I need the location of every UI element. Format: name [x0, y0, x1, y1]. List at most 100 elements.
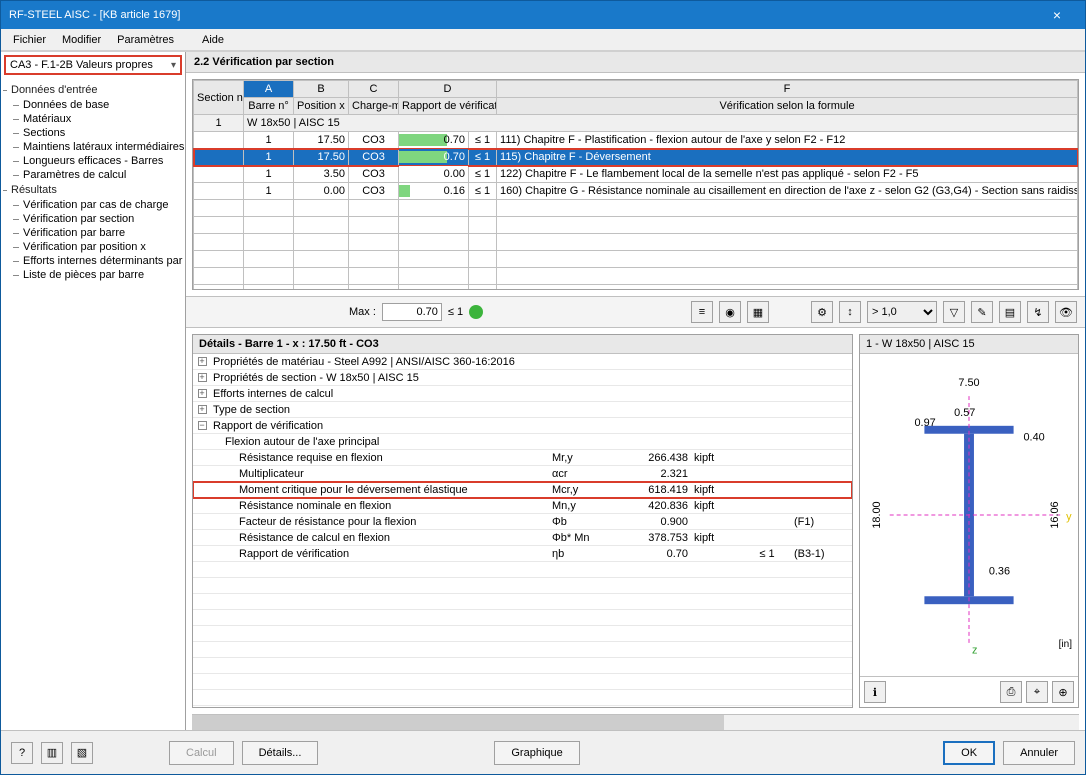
- max-value-input[interactable]: [382, 303, 442, 321]
- chevron-down-icon: ▾: [171, 60, 176, 71]
- table-row[interactable]: 117.50CO30.70≤ 1111) Chapitre F - Plasti…: [194, 132, 1078, 149]
- col-F[interactable]: F: [497, 81, 1078, 98]
- details-panel: Détails - Barre 1 - x : 17.50 ft - CO3 +…: [192, 334, 853, 708]
- menu-aide[interactable]: Aide: [194, 32, 232, 48]
- window-title: RF-STEEL AISC - [KB article 1679]: [9, 9, 1037, 21]
- eye-icon[interactable]: 👁: [1055, 301, 1077, 323]
- max-le: ≤ 1: [448, 306, 463, 318]
- close-icon[interactable]: ×: [1037, 7, 1077, 23]
- table-row[interactable]: 117.50CO30.70≤ 1115) Chapitre F - Dévers…: [194, 149, 1078, 166]
- tree-item[interactable]: Matériaux: [1, 112, 185, 126]
- details-title: Détails - Barre 1 - x : 17.50 ft - CO3: [193, 335, 852, 354]
- nav-tree: Données d'entrée Données de baseMatériau…: [1, 78, 185, 730]
- tree-group-input[interactable]: Données d'entrée: [1, 82, 185, 98]
- details-row[interactable]: Résistance nominale en flexionMn,y420.83…: [193, 498, 852, 514]
- tree-item[interactable]: Maintiens latéraux intermédiaires: [1, 140, 185, 154]
- svg-text:0.57: 0.57: [954, 407, 975, 419]
- col-A[interactable]: A: [244, 81, 294, 98]
- col-barre: Barre n°: [244, 98, 294, 115]
- tree-item[interactable]: Liste de pièces par barre: [1, 268, 185, 282]
- details-row[interactable]: +Type de section: [193, 402, 852, 418]
- menubar: Fichier Modifier Paramètres Aide: [1, 29, 1085, 51]
- globe-icon[interactable]: ◉: [719, 301, 741, 323]
- tree-item[interactable]: Sections: [1, 126, 185, 140]
- app-window: RF-STEEL AISC - [KB article 1679] × Fich…: [0, 0, 1086, 775]
- svg-text:z: z: [972, 645, 977, 657]
- tool3-icon[interactable]: ↯: [1027, 301, 1049, 323]
- details-row[interactable]: Résistance requise en flexionMr,y266.438…: [193, 450, 852, 466]
- graphique-button[interactable]: Graphique: [494, 741, 579, 765]
- h-scrollbar[interactable]: [192, 714, 1079, 730]
- bottom-bar: ? ▥ ▧ Calcul Détails... Graphique OK Ann…: [1, 730, 1085, 774]
- scale-select[interactable]: > 1,0: [867, 301, 937, 323]
- axes-icon[interactable]: ⌖: [1026, 681, 1048, 703]
- menu-modifier[interactable]: Modifier: [54, 32, 109, 48]
- svg-text:7.50: 7.50: [958, 377, 979, 389]
- info-icon[interactable]: ℹ: [864, 681, 886, 703]
- zoom-icon[interactable]: ⊕: [1052, 681, 1074, 703]
- details-row[interactable]: −Rapport de vérification: [193, 418, 852, 434]
- tree-item[interactable]: Paramètres de calcul: [1, 168, 185, 182]
- case-combo[interactable]: CA3 - F.1-2B Valeurs propres ▾: [4, 55, 182, 75]
- bb-tool1-icon[interactable]: ▥: [41, 742, 63, 764]
- details-button[interactable]: Détails...: [242, 741, 319, 765]
- calcul-button[interactable]: Calcul: [169, 741, 234, 765]
- bb-tool2-icon[interactable]: ▧: [71, 742, 93, 764]
- result-table: Section n° A B C D F Barre n° Position x…: [192, 79, 1079, 290]
- section-header-row[interactable]: 1 W 18x50 | AISC 15: [194, 115, 1078, 132]
- tree-item[interactable]: Vérification par position x: [1, 240, 185, 254]
- details-row-critical-moment[interactable]: Moment critique pour le déversement élas…: [193, 482, 852, 498]
- filter2-icon[interactable]: ▽: [943, 301, 965, 323]
- svg-text:18.00: 18.00: [871, 501, 883, 528]
- tool1-icon[interactable]: ✎: [971, 301, 993, 323]
- col-B[interactable]: B: [294, 81, 349, 98]
- grid-icon[interactable]: ▦: [747, 301, 769, 323]
- menu-parametres[interactable]: Paramètres: [109, 32, 182, 48]
- tree-item[interactable]: Vérification par barre: [1, 226, 185, 240]
- table-row[interactable]: 13.50CO30.00≤ 1122) Chapitre F - Le flam…: [194, 166, 1078, 183]
- table-row[interactable]: 10.00CO30.16≤ 1160) Chapitre G - Résista…: [194, 183, 1078, 200]
- print-icon[interactable]: ⎙: [1000, 681, 1022, 703]
- tree-group-results[interactable]: Résultats: [1, 182, 185, 198]
- details-row[interactable]: +Propriétés de section - W 18x50 | AISC …: [193, 370, 852, 386]
- menu-fichier[interactable]: Fichier: [5, 32, 54, 48]
- status-ok-icon: [469, 305, 483, 319]
- tree-item[interactable]: Efforts internes déterminants par barre: [1, 254, 185, 268]
- preview-canvas: y z 7.50 18.00 0.40 0.36 0.97 0.57 16.06…: [860, 354, 1078, 676]
- left-panel: CA3 - F.1-2B Valeurs propres ▾ Données d…: [1, 52, 186, 730]
- svg-text:0.36: 0.36: [989, 565, 1010, 577]
- tree-item[interactable]: Vérification par section: [1, 212, 185, 226]
- max-row: Max : ≤ 1 ≡ ◉ ▦ ⚙ ↕ > 1,0 ▽ ✎ ▤ ↯ 👁: [186, 296, 1085, 327]
- details-row[interactable]: Rapport de vérificationηb0.70≤ 1(B3-1): [193, 546, 852, 562]
- tree-item[interactable]: Données de base: [1, 98, 185, 112]
- export-icon[interactable]: ▤: [999, 301, 1021, 323]
- col-charge: Charge-ment: [349, 98, 399, 115]
- preview-unit: [in]: [1059, 639, 1072, 650]
- settings-icon[interactable]: ⚙: [811, 301, 833, 323]
- ok-button[interactable]: OK: [943, 741, 995, 765]
- right-panel: 2.2 Vérification par section Section n° …: [186, 52, 1085, 730]
- details-row[interactable]: +Propriétés de matériau - Steel A992 | A…: [193, 354, 852, 370]
- section-title: 2.2 Vérification par section: [186, 52, 1085, 73]
- details-row[interactable]: Facteur de résistance pour la flexionΦb0…: [193, 514, 852, 530]
- col-position: Position x [ft]: [294, 98, 349, 115]
- col-D[interactable]: D: [399, 81, 497, 98]
- max-label: Max :: [349, 306, 376, 318]
- details-row[interactable]: Résistance de calcul en flexionΦb* Mn378…: [193, 530, 852, 546]
- col-rapport: Rapport de vérification: [399, 98, 497, 115]
- svg-text:16.06: 16.06: [1049, 501, 1061, 528]
- titlebar: RF-STEEL AISC - [KB article 1679] ×: [1, 1, 1085, 29]
- help-icon[interactable]: ?: [11, 742, 33, 764]
- col-section: Section n°: [194, 81, 244, 115]
- details-row[interactable]: Flexion autour de l'axe principal: [193, 434, 852, 450]
- tree-item[interactable]: Longueurs efficaces - Barres: [1, 154, 185, 168]
- details-row[interactable]: Multiplicateurαcr2.321: [193, 466, 852, 482]
- preview-panel: 1 - W 18x50 | AISC 15 y z: [859, 334, 1079, 708]
- filter-icon[interactable]: ≡: [691, 301, 713, 323]
- col-C[interactable]: C: [349, 81, 399, 98]
- annuler-button[interactable]: Annuler: [1003, 741, 1075, 765]
- sort-icon[interactable]: ↕: [839, 301, 861, 323]
- details-row[interactable]: +Efforts internes de calcul: [193, 386, 852, 402]
- tree-item[interactable]: Vérification par cas de charge: [1, 198, 185, 212]
- case-combo-value: CA3 - F.1-2B Valeurs propres: [10, 59, 153, 71]
